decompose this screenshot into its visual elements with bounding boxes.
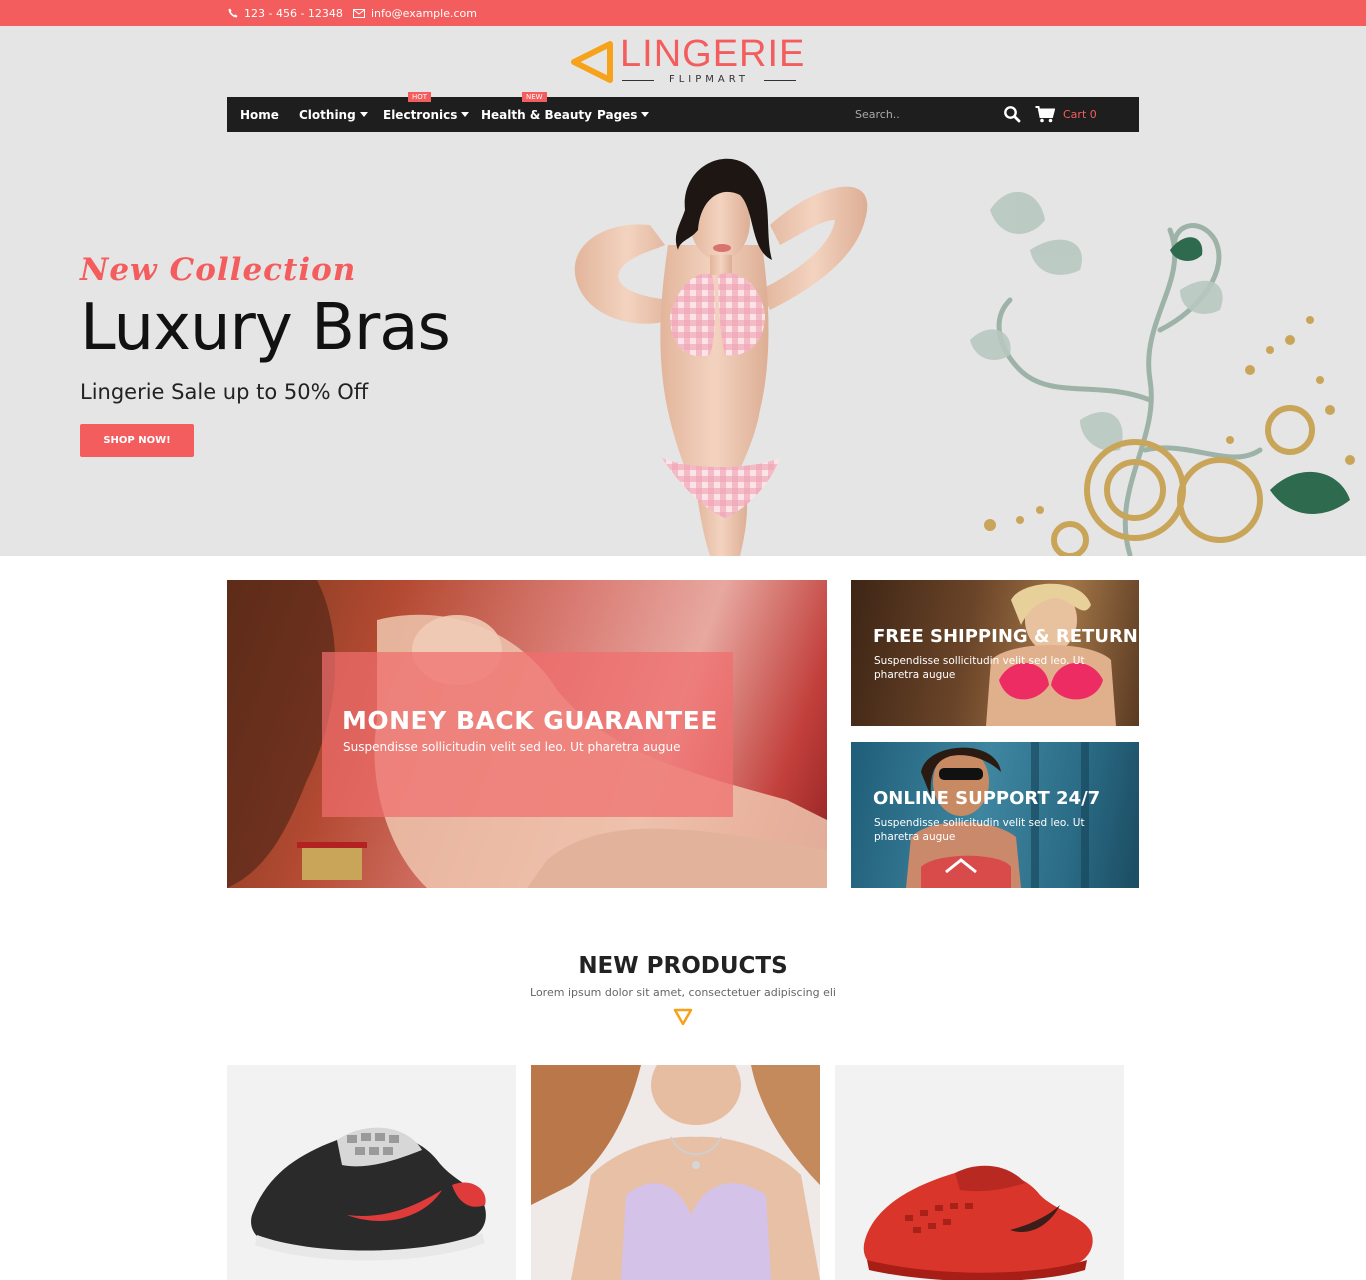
logo-title: LINGERIE — [620, 33, 806, 75]
nav-label: Electronics — [383, 107, 458, 122]
site-logo[interactable]: LINGERIE FLIPMART — [570, 34, 804, 90]
hero-title: Luxury Bras — [80, 291, 451, 365]
caret-down-icon — [359, 112, 368, 117]
promo-model-image — [986, 583, 1116, 726]
nav-label: Clothing — [299, 107, 356, 122]
product-card[interactable] — [227, 1065, 516, 1280]
hero-subtitle: Lingerie Sale up to 50% Off — [80, 380, 369, 404]
cart-icon — [1035, 106, 1055, 123]
nav-item-home[interactable]: Home — [240, 97, 279, 132]
cart-button[interactable]: Cart 0 — [1035, 97, 1097, 132]
promo-online-support[interactable]: ONLINE SUPPORT 24/7 Suspendisse sollicit… — [851, 742, 1139, 888]
nav-item-health-beauty[interactable]: NEW Health & Beauty — [481, 92, 592, 132]
triangle-down-icon — [673, 1008, 693, 1026]
new-badge: NEW — [522, 92, 547, 102]
email-text: info@example.com — [371, 6, 477, 20]
logo-subtitle: FLIPMART — [668, 74, 750, 85]
promo-text: Suspendisse sollicitudin velit sed leo. … — [343, 740, 681, 754]
promo-text: Suspendisse sollicitudin velit sed leo. … — [874, 817, 1085, 843]
product-image-sneaker — [863, 1165, 1093, 1280]
promo-title: ONLINE SUPPORT 24/7 — [873, 788, 1101, 809]
hero-model-image — [574, 158, 868, 556]
phone-text: 123 - 456 - 12348 — [244, 6, 343, 20]
triangle-logo-icon — [571, 41, 613, 83]
contact-phone[interactable]: 123 - 456 - 12348 — [228, 0, 343, 26]
logo-divider — [764, 80, 796, 81]
nav-label: Pages — [597, 107, 638, 122]
top-bar: 123 - 456 - 12348 info@example.com — [0, 0, 1366, 26]
nav-item-clothing[interactable]: Clothing — [299, 97, 368, 132]
product-image-sneaker — [251, 1127, 486, 1261]
product-card[interactable] — [835, 1065, 1124, 1280]
logo-subtitle-wrap: FLIPMART — [622, 74, 796, 86]
caret-down-icon — [641, 112, 650, 117]
product-card[interactable] — [531, 1065, 820, 1280]
promo-title: FREE SHIPPING & RETURN — [873, 626, 1138, 647]
logo-divider — [622, 80, 654, 81]
contact-email[interactable]: info@example.com — [353, 0, 477, 26]
floral-ornament-image — [970, 191, 1355, 556]
search-icon[interactable] — [1003, 105, 1021, 123]
section-subtitle: Lorem ipsum dolor sit amet, consectetuer… — [530, 986, 836, 999]
promo-model-image — [906, 742, 1089, 888]
hero-kicker: New Collection — [80, 252, 357, 288]
section-title: NEW PRODUCTS — [578, 953, 788, 979]
product-image-model — [531, 1065, 820, 1280]
nav-label: Health & Beauty — [481, 107, 592, 122]
promo-money-back[interactable]: MONEY BACK GUARANTEE Suspendisse sollici… — [227, 580, 827, 888]
nav-label: Home — [240, 107, 279, 122]
phone-icon — [228, 8, 238, 18]
cart-label: Cart 0 — [1063, 108, 1097, 121]
promo-title: MONEY BACK GUARANTEE — [342, 706, 718, 735]
caret-down-icon — [461, 112, 470, 117]
shop-now-button[interactable]: SHOP NOW! — [80, 424, 194, 457]
search-input[interactable] — [845, 103, 995, 125]
nav-item-electronics[interactable]: HOT Electronics — [383, 92, 470, 132]
promo-free-shipping[interactable]: FREE SHIPPING & RETURN Suspendisse solli… — [851, 580, 1139, 726]
envelope-icon — [353, 8, 365, 18]
promo-text: Suspendisse sollicitudin velit sed leo. … — [874, 655, 1085, 681]
main-nav: Home Clothing HOT Electronics NEW Health… — [227, 92, 1139, 132]
hot-badge: HOT — [408, 92, 432, 102]
nav-item-pages[interactable]: Pages — [597, 97, 650, 132]
